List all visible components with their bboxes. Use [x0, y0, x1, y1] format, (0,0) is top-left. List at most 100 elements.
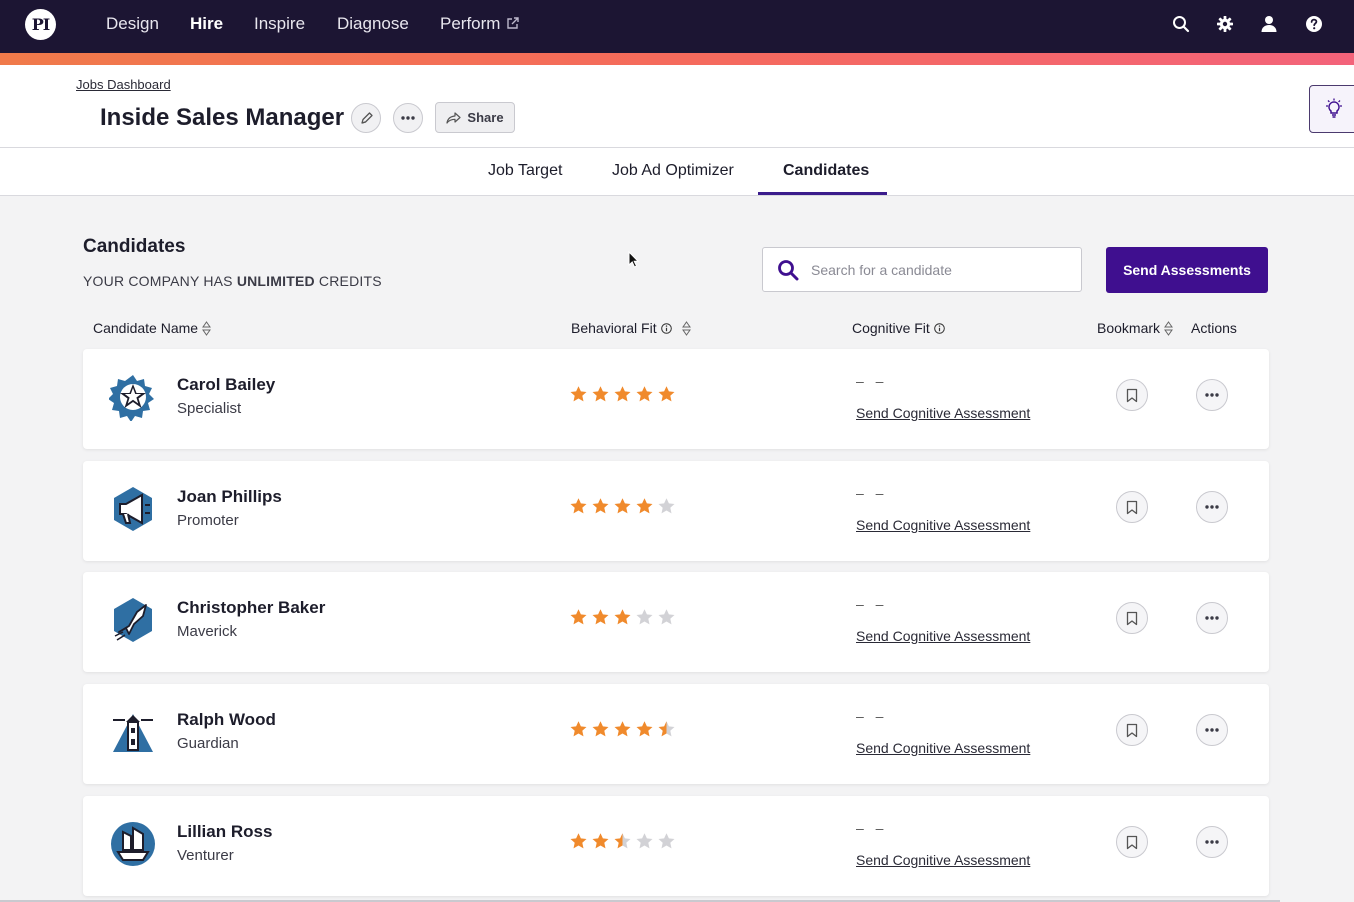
candidate-profile: Guardian	[177, 735, 239, 752]
credits-amount: UNLIMITED	[236, 273, 315, 289]
ellipsis-icon	[1205, 505, 1219, 509]
candidate-name[interactable]: Joan Phillips	[177, 487, 282, 507]
star-empty-icon	[658, 833, 675, 849]
candidate-profile: Venturer	[177, 847, 234, 864]
share-button[interactable]: Share	[435, 102, 515, 133]
behavioral-fit-rating	[569, 832, 676, 851]
search-input[interactable]	[811, 261, 1061, 278]
brand-gradient-bar	[0, 53, 1354, 65]
star-filled-icon	[570, 386, 587, 402]
share-label: Share	[467, 110, 504, 125]
send-cognitive-assessment-link[interactable]: Send Cognitive Assessment	[856, 405, 1030, 421]
nav-item-perform[interactable]: Perform	[440, 14, 520, 34]
star-filled-icon	[614, 721, 631, 737]
candidate-actions-button[interactable]	[1196, 826, 1228, 858]
send-cognitive-assessment-link[interactable]: Send Cognitive Assessment	[856, 852, 1030, 868]
lightbulb-icon	[1326, 98, 1342, 118]
user-icon[interactable]	[1258, 13, 1280, 35]
star-filled-icon	[636, 386, 653, 402]
column-header-behavioral: Behavioral Fit	[571, 320, 691, 336]
send-cognitive-assessment-link[interactable]: Send Cognitive Assessment	[856, 628, 1030, 644]
star-filled-icon	[592, 609, 609, 625]
breadcrumb-jobs-dashboard[interactable]: Jobs Dashboard	[76, 77, 171, 92]
candidate-name[interactable]: Ralph Wood	[177, 710, 276, 730]
nav-item-inspire[interactable]: Inspire	[254, 14, 305, 34]
cognitive-fit-value: – –	[856, 708, 888, 724]
ellipsis-icon	[1205, 728, 1219, 732]
candidate-profile: Specialist	[177, 400, 242, 417]
star-empty-icon	[636, 833, 653, 849]
cognitive-fit-value: – –	[856, 596, 888, 612]
column-header-cognitive: Cognitive Fit	[852, 320, 945, 336]
star-empty-icon	[636, 609, 653, 625]
bookmark-icon	[1126, 723, 1138, 737]
cognitive-fit-value: – –	[856, 373, 888, 389]
star-filled-icon	[570, 833, 587, 849]
specialist-icon	[108, 373, 157, 422]
insights-button[interactable]	[1309, 85, 1354, 133]
page-title: Inside Sales Manager	[100, 104, 345, 131]
column-label-cognitive: Cognitive Fit	[852, 320, 930, 336]
promoter-icon	[109, 485, 157, 533]
sort-icon[interactable]	[681, 320, 691, 336]
send-assessments-button[interactable]: Send Assessments	[1106, 247, 1268, 293]
candidate-row[interactable]: Ralph Wood Guardian – – Send Cognitive Asse…	[83, 684, 1269, 784]
credits-prefix: YOUR COMPANY HAS	[83, 273, 237, 289]
candidate-name[interactable]: Carol Bailey	[177, 375, 275, 395]
bookmark-button[interactable]	[1116, 714, 1148, 746]
edit-button[interactable]	[351, 103, 381, 133]
candidate-name[interactable]: Lillian Ross	[177, 822, 272, 842]
bookmark-icon	[1126, 500, 1138, 514]
sort-icon[interactable]	[1164, 320, 1173, 336]
star-filled-icon	[592, 833, 609, 849]
pi-logo[interactable]: PI	[25, 9, 56, 40]
column-label-behavioral: Behavioral Fit	[571, 320, 657, 336]
star-filled-icon	[636, 721, 653, 737]
column-label-name: Candidate Name	[93, 320, 199, 336]
cognitive-fit-value: – –	[856, 485, 888, 501]
candidate-row[interactable]: Joan Phillips Promoter – – Send Cognitive A…	[83, 461, 1269, 561]
candidate-actions-button[interactable]	[1196, 714, 1228, 746]
candidate-actions-button[interactable]	[1196, 602, 1228, 634]
bookmark-button[interactable]	[1116, 379, 1148, 411]
star-filled-icon	[614, 498, 631, 514]
job-tabs: Job Target Job Ad Optimizer Candidates	[0, 147, 1354, 196]
candidate-actions-button[interactable]	[1196, 491, 1228, 523]
star-filled-icon	[570, 721, 587, 737]
help-icon[interactable]	[1303, 13, 1325, 35]
candidate-row[interactable]: Lillian Ross Venturer – – Send Cognitive As…	[83, 796, 1269, 896]
behavioral-fit-rating	[569, 608, 676, 627]
column-label-bookmark: Bookmark	[1097, 320, 1161, 336]
send-cognitive-assessment-link[interactable]: Send Cognitive Assessment	[856, 517, 1030, 533]
tab-candidates[interactable]: Candidates	[783, 162, 869, 180]
sort-icon[interactable]	[202, 320, 212, 336]
top-navigation: PI Design Hire Inspire Diagnose Perform	[0, 0, 1354, 53]
candidate-row[interactable]: Carol Bailey Specialist – – Send Cognitive …	[83, 349, 1269, 449]
candidate-name[interactable]: Christopher Baker	[177, 598, 325, 618]
section-title: Candidates	[83, 236, 186, 257]
nav-item-design[interactable]: Design	[106, 14, 159, 34]
search-icon[interactable]	[1170, 13, 1192, 35]
search-icon	[778, 259, 799, 280]
more-options-button[interactable]	[393, 103, 423, 133]
nav-item-diagnose[interactable]: Diagnose	[337, 14, 409, 34]
star-filled-icon	[570, 498, 587, 514]
nav-item-hire[interactable]: Hire	[190, 14, 223, 34]
bookmark-button[interactable]	[1116, 602, 1148, 634]
bookmark-icon	[1126, 388, 1138, 402]
info-icon[interactable]	[934, 322, 945, 334]
star-filled-icon	[592, 386, 609, 402]
star-filled-icon	[614, 386, 631, 402]
tab-job-ad-optimizer[interactable]: Job Ad Optimizer	[612, 162, 734, 180]
send-cognitive-assessment-link[interactable]: Send Cognitive Assessment	[856, 740, 1030, 756]
bookmark-button[interactable]	[1116, 491, 1148, 523]
bookmark-button[interactable]	[1116, 826, 1148, 858]
maverick-icon	[109, 596, 157, 644]
ellipsis-icon	[1205, 616, 1219, 620]
info-icon[interactable]	[660, 322, 672, 334]
star-half-icon	[614, 833, 631, 849]
candidate-row[interactable]: Christopher Baker Maverick – – Send Cogniti…	[83, 572, 1269, 672]
candidate-actions-button[interactable]	[1196, 379, 1228, 411]
gear-icon[interactable]	[1214, 13, 1236, 35]
tab-job-target[interactable]: Job Target	[488, 162, 562, 180]
